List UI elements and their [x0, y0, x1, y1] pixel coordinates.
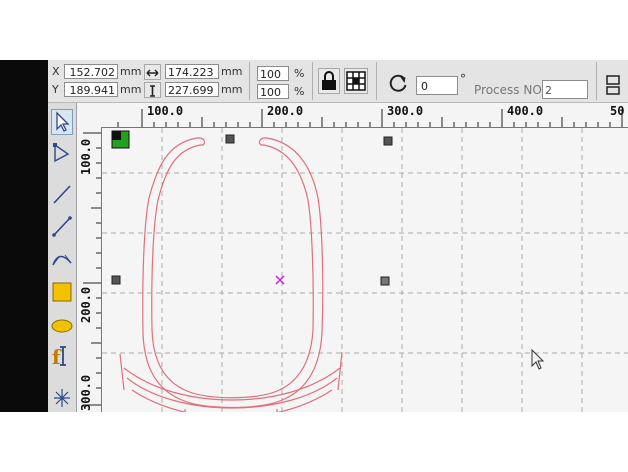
select-arrow-icon[interactable] [51, 109, 73, 135]
ellipse-icon[interactable] [51, 313, 73, 339]
bezier-icon[interactable] [51, 245, 73, 271]
laser-cut-app-window: X 152.702 mm Y 189.941 mm 174.223 mm 227… [48, 60, 628, 412]
y-position-field[interactable]: 189.941 [64, 82, 118, 97]
vertical-ruler: 100.0 200.0 300.0 [77, 127, 102, 412]
ruler-label: 200.0 [267, 104, 304, 118]
corner-handle-mark [112, 131, 121, 140]
toolbar-separator [596, 62, 597, 100]
x-label: X [52, 65, 60, 78]
process-number-label: Process NO: [474, 83, 546, 97]
scale-y-unit: % [294, 85, 305, 98]
width-unit: mm [221, 65, 243, 78]
design-canvas[interactable] [102, 128, 628, 412]
text-icon[interactable]: f [51, 343, 73, 369]
monitor-bezel [0, 60, 48, 412]
height-field[interactable]: 227.699 [165, 82, 219, 97]
ruler-label: 100.0 [79, 138, 93, 175]
shield-outline-shape[interactable] [119, 137, 343, 412]
rotation-unit: ° [460, 72, 466, 86]
ruler-label: 300.0 [79, 374, 93, 411]
grid-icon[interactable] [344, 68, 368, 94]
toolbar-separator [312, 62, 313, 100]
x-unit: mm [120, 65, 142, 78]
process-number-field[interactable]: 2 [542, 80, 588, 99]
ruler-label: 400.0 [507, 104, 544, 118]
align-icon[interactable] [604, 74, 624, 100]
star-tool-icon[interactable] [51, 385, 73, 411]
x-position-field[interactable]: 152.702 [64, 64, 118, 79]
selection-handle[interactable] [380, 276, 390, 286]
canvas-grid [102, 128, 628, 412]
horizontal-ruler: 100.0 200.0 300.0 400.0 50 [77, 103, 628, 128]
ruler-label: 200.0 [79, 286, 93, 323]
selection-handle[interactable] [225, 134, 235, 144]
y-unit: mm [120, 83, 142, 96]
drawing-toolbox: f [48, 103, 77, 412]
center-marker [275, 275, 285, 285]
lock-icon[interactable] [318, 68, 340, 94]
rectangle-icon[interactable] [51, 279, 73, 305]
ruler-label: 100.0 [147, 104, 184, 118]
y-label: Y [52, 83, 59, 96]
height-unit: mm [221, 83, 243, 96]
scale-x-unit: % [294, 67, 305, 80]
node-edit-icon[interactable] [51, 141, 73, 167]
selection-handles [111, 130, 393, 286]
width-icon[interactable] [144, 64, 161, 80]
height-icon[interactable] [144, 82, 161, 98]
scale-x-field[interactable]: 100 [257, 66, 289, 81]
rotation-field[interactable]: 0 [416, 76, 458, 95]
selection-handle[interactable] [111, 275, 121, 285]
line-icon[interactable] [51, 181, 73, 207]
polyline-icon[interactable] [51, 213, 73, 239]
ruler-label: 300.0 [387, 104, 424, 118]
ruler-label: 50 [610, 104, 625, 118]
rotate-icon[interactable] [387, 72, 409, 98]
canvas-drawing [102, 128, 628, 412]
width-field[interactable]: 174.223 [165, 64, 219, 79]
selection-handle[interactable] [383, 136, 393, 146]
scale-y-field[interactable]: 100 [257, 84, 289, 99]
toolbar-separator [249, 62, 250, 100]
toolbar-separator [376, 62, 377, 100]
property-toolbar: X 152.702 mm Y 189.941 mm 174.223 mm 227… [48, 60, 628, 103]
photo-margin [0, 412, 628, 472]
